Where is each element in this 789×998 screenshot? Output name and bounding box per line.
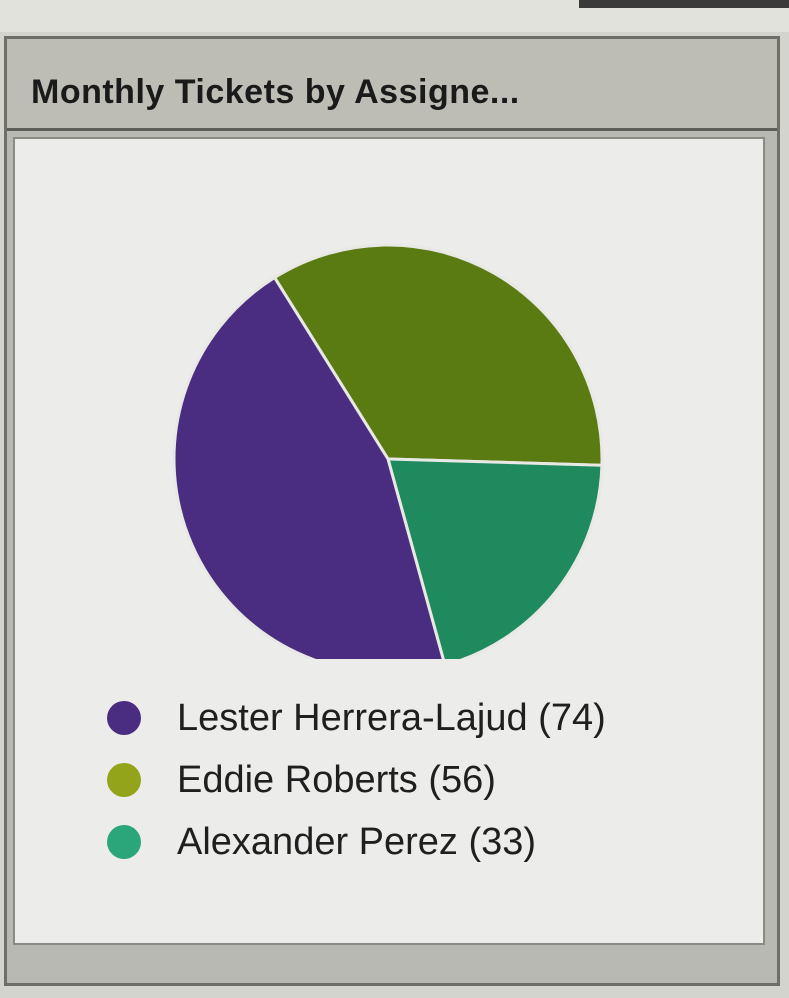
widget-body: Lester Herrera-Lajud (74) Eddie Roberts (… bbox=[13, 137, 765, 945]
chart-legend: Lester Herrera-Lajud (74) Eddie Roberts (… bbox=[107, 687, 606, 873]
chart-widget: Monthly Tickets by Assigne... Lester Her… bbox=[4, 36, 780, 986]
widget-header[interactable]: Monthly Tickets by Assigne... bbox=[7, 39, 777, 131]
legend-swatch-icon bbox=[107, 701, 141, 735]
legend-item[interactable]: Alexander Perez (33) bbox=[107, 811, 606, 873]
legend-swatch-icon bbox=[107, 763, 141, 797]
legend-item[interactable]: Lester Herrera-Lajud (74) bbox=[107, 687, 606, 749]
legend-label: Eddie Roberts (56) bbox=[177, 758, 496, 801]
top-strip bbox=[0, 0, 789, 32]
screen: Monthly Tickets by Assigne... Lester Her… bbox=[0, 0, 789, 998]
widget-title: Monthly Tickets by Assigne... bbox=[31, 73, 520, 111]
legend-item[interactable]: Eddie Roberts (56) bbox=[107, 749, 606, 811]
pie-chart bbox=[172, 243, 604, 659]
legend-label: Alexander Perez (33) bbox=[177, 820, 537, 863]
legend-label: Lester Herrera-Lajud (74) bbox=[177, 696, 606, 739]
top-strip-dark bbox=[579, 0, 789, 8]
legend-swatch-icon bbox=[107, 825, 141, 859]
